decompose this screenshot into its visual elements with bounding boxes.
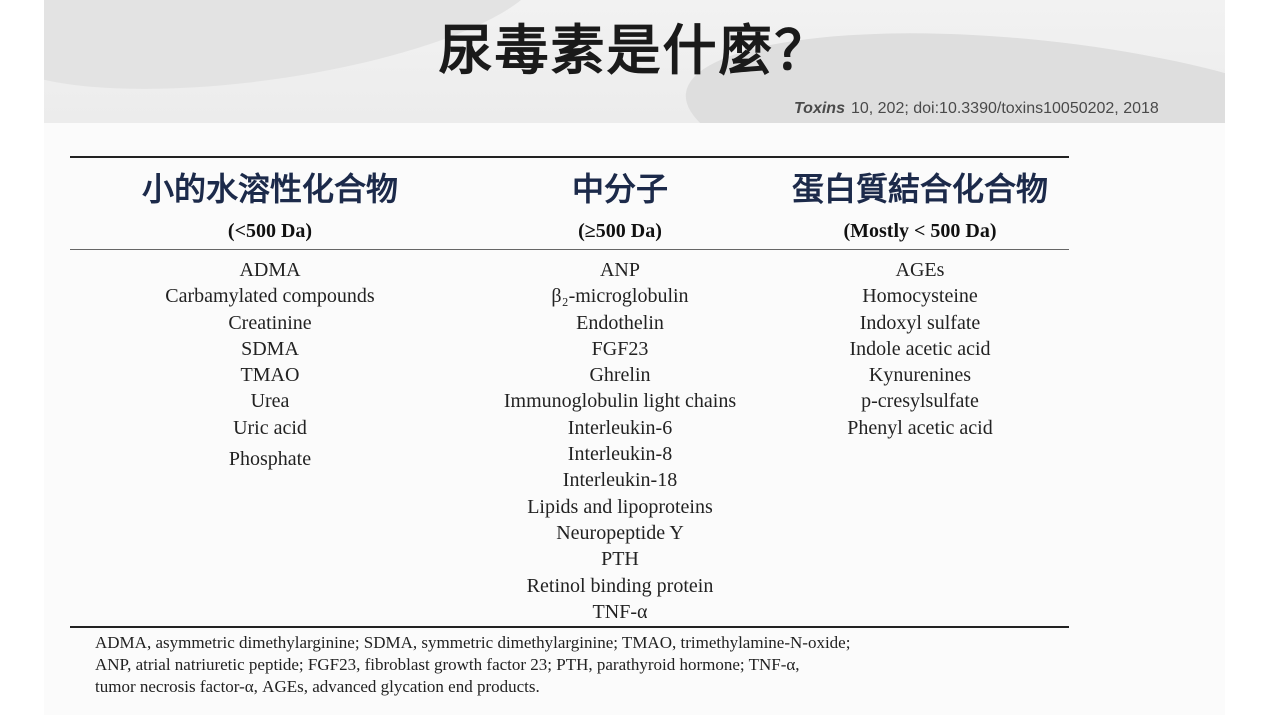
column-title: 蛋白質結合化合物 <box>791 170 1048 208</box>
list-item: Carbamylated compounds <box>165 285 375 308</box>
list-item: Lipids and lipoproteins <box>527 495 713 518</box>
list-item: Creatinine <box>228 311 312 334</box>
list-item: PTH <box>601 548 639 571</box>
compound-list: ANP β₂-microglobulin Endothelin FGF23 Gh… <box>470 257 770 625</box>
table-header-rule <box>70 249 1069 250</box>
list-item: Endothelin <box>576 311 664 334</box>
list-item: Phosphate <box>228 448 312 471</box>
list-item: Phenyl acetic acid <box>847 416 993 439</box>
list-item: Indole acetic acid <box>849 337 991 360</box>
table-bottom-rule <box>70 626 1069 628</box>
list-item: Neuropeptide Y <box>556 521 684 544</box>
column-range: (≥500 Da) <box>578 220 662 242</box>
list-item: SDMA <box>241 337 299 360</box>
list-item: Interleukin-8 <box>567 443 673 466</box>
list-item: FGF23 <box>591 337 649 360</box>
list-item: Uric acid <box>233 416 307 439</box>
footnote-line: tumor necrosis factor-α, AGEs, advanced … <box>95 677 540 696</box>
column-range: (<500 Da) <box>227 220 313 242</box>
list-item: Indoxyl sulfate <box>859 311 981 334</box>
citation-details: 10, 202; doi:10.3390/toxins10050202, 201… <box>850 100 1159 117</box>
column-title: 中分子 <box>571 170 668 208</box>
list-item: β₂-microglobulin <box>551 285 689 308</box>
column-range: (Mostly < 500 Da) <box>843 220 997 242</box>
list-item: Homocysteine <box>862 285 978 308</box>
list-item: TMAO <box>240 364 300 387</box>
list-item: ANP <box>599 259 640 281</box>
list-item: Ghrelin <box>589 364 651 387</box>
list-item: ADMA <box>239 259 301 281</box>
compound-list: ADMA Carbamylated compounds Creatinine S… <box>70 257 470 472</box>
table-footnote: ADMA, asymmetric dimethylarginine; SDMA,… <box>95 632 1093 698</box>
list-item: Urea <box>250 390 290 413</box>
list-item: Interleukin-6 <box>567 416 673 439</box>
list-item: Interleukin-18 <box>562 469 678 492</box>
citation: Toxins 10, 202; doi:10.3390/toxins1005020… <box>794 100 1234 118</box>
slide-title: 尿毒素是什麼？ <box>438 19 831 82</box>
table-top-rule <box>70 156 1069 158</box>
footnote-line: ADMA, asymmetric dimethylarginine; SDMA,… <box>95 633 851 652</box>
list-item: Kynurenines <box>868 364 972 387</box>
list-item: TNF-α <box>592 600 648 623</box>
list-item: Immunoglobulin light chains <box>503 390 737 413</box>
list-item: p-cresylsulfate <box>861 390 979 413</box>
list-item: Retinol binding protein <box>526 574 714 597</box>
footnote-line: ANP, atrial natriuretic peptide; FGF23, … <box>95 655 800 674</box>
citation-journal: Toxins <box>794 100 845 117</box>
list-item: AGEs <box>895 259 945 281</box>
compound-list: AGEs Homocysteine Indoxyl sulfate Indole… <box>770 257 1070 441</box>
column-title: 小的水溶性化合物 <box>141 170 398 208</box>
